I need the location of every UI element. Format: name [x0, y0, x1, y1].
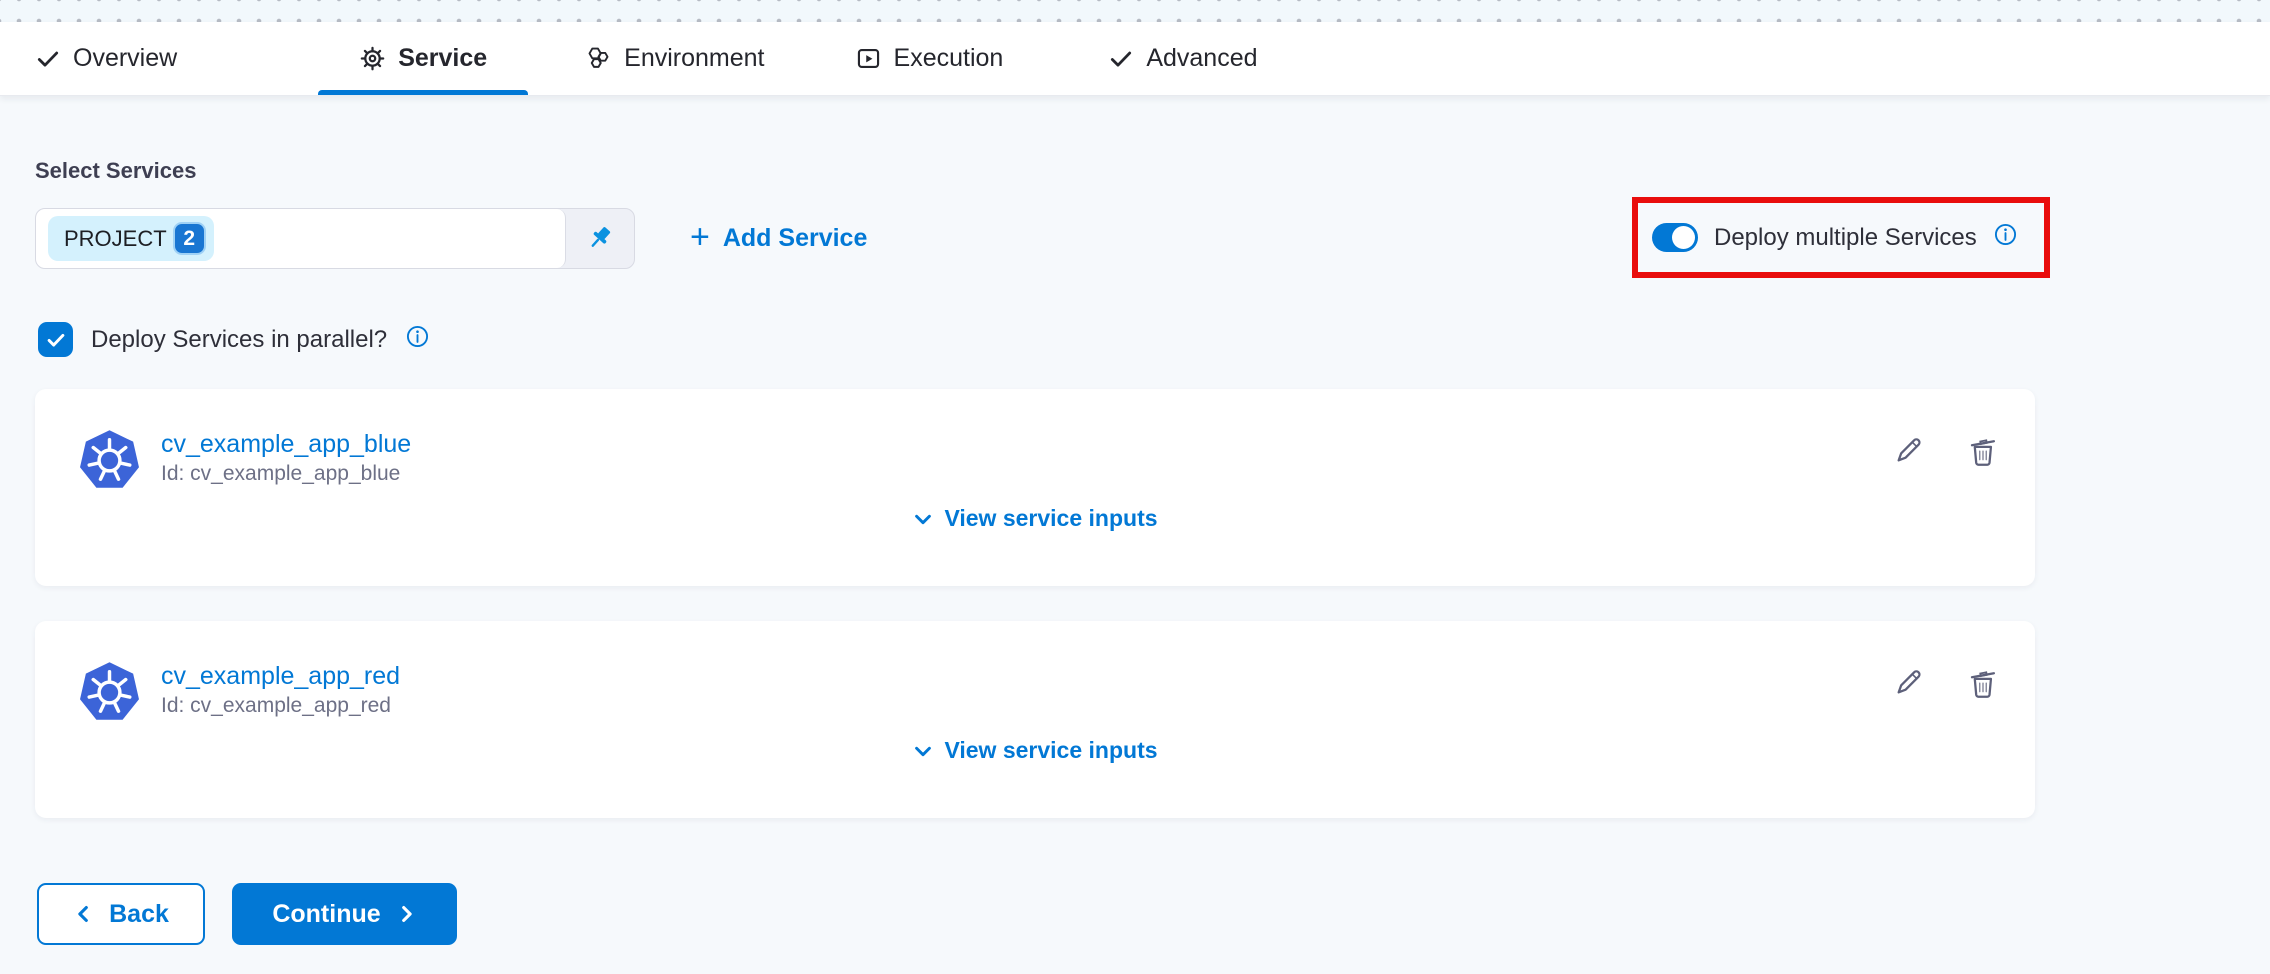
deploy-parallel-row: Deploy Services in parallel? — [38, 322, 430, 357]
check-icon — [1108, 46, 1134, 72]
check-icon — [35, 46, 61, 72]
continue-label: Continue — [272, 900, 380, 929]
back-label: Back — [109, 900, 169, 929]
tab-overview[interactable]: Overview — [0, 22, 222, 95]
service-name-link[interactable]: cv_example_app_red — [161, 661, 400, 691]
chevron-down-icon — [912, 740, 934, 762]
tab-advanced[interactable]: Advanced — [1063, 22, 1302, 95]
view-service-inputs-link[interactable]: View service inputs — [35, 737, 2035, 764]
tab-execution[interactable]: Execution — [810, 22, 1049, 95]
service-card-header: cv_example_app_red Id: cv_example_app_re… — [35, 621, 2035, 724]
deploy-multiple-services-label: Deploy multiple Services — [1714, 224, 1977, 252]
delete-icon[interactable] — [1966, 667, 2000, 701]
pipeline-canvas-strip — [0, 0, 2270, 22]
view-service-inputs-label: View service inputs — [944, 737, 1157, 764]
project-chip-label: PROJECT — [64, 226, 167, 252]
chevron-left-icon — [73, 903, 95, 925]
edit-icon[interactable] — [1892, 435, 1924, 469]
pin-icon — [584, 223, 616, 255]
service-card-header: cv_example_app_blue Id: cv_example_app_b… — [35, 389, 2035, 492]
view-service-inputs-link[interactable]: View service inputs — [35, 505, 2035, 532]
gear-icon — [359, 45, 386, 72]
tab-label: Execution — [894, 44, 1004, 73]
service-id: Id: cv_example_app_blue — [161, 462, 411, 486]
add-service-button[interactable]: + Add Service — [690, 208, 867, 269]
project-scope-chip[interactable]: PROJECT 2 — [48, 216, 214, 261]
red-annotation-box: Deploy multiple Services — [1632, 197, 2050, 278]
wizard-footer: Back Continue — [37, 883, 457, 945]
service-id: Id: cv_example_app_red — [161, 694, 400, 718]
back-button[interactable]: Back — [37, 883, 205, 945]
select-services-input[interactable]: PROJECT 2 — [36, 209, 566, 268]
service-name-link[interactable]: cv_example_app_blue — [161, 429, 411, 459]
chevron-down-icon — [912, 508, 934, 530]
service-tab-panel: Select Services PROJECT 2 + Add Servic — [0, 96, 2270, 974]
tab-label: Service — [398, 44, 487, 73]
view-service-inputs-label: View service inputs — [944, 505, 1157, 532]
play-box-icon — [855, 45, 882, 72]
deploy-multiple-services-toggle[interactable] — [1652, 223, 1698, 252]
tab-label: Environment — [624, 44, 764, 73]
project-chip-count-badge: 2 — [173, 222, 206, 255]
delete-icon[interactable] — [1966, 435, 2000, 469]
select-services-field: PROJECT 2 — [35, 208, 635, 269]
toggle-knob — [1672, 226, 1695, 249]
info-icon[interactable] — [1993, 222, 2018, 247]
deploy-parallel-checkbox[interactable] — [38, 322, 73, 357]
hexagons-icon — [585, 45, 612, 72]
kubernetes-icon — [78, 429, 141, 492]
select-services-label: Select Services — [35, 158, 196, 184]
service-card: cv_example_app_blue Id: cv_example_app_b… — [35, 389, 2035, 586]
tab-environment[interactable]: Environment — [540, 22, 809, 95]
add-service-label: Add Service — [723, 224, 868, 253]
tab-service[interactable]: Service — [314, 22, 532, 95]
pin-button[interactable] — [566, 209, 634, 268]
service-card: cv_example_app_red Id: cv_example_app_re… — [35, 621, 2035, 818]
kubernetes-icon — [78, 661, 141, 724]
chevron-right-icon — [395, 903, 417, 925]
tab-label: Advanced — [1146, 44, 1257, 73]
tab-label: Overview — [73, 44, 177, 73]
deploy-parallel-label: Deploy Services in parallel? — [91, 326, 387, 354]
stage-tabbar: Overview Service Environment Exe — [0, 22, 2270, 96]
plus-icon: + — [690, 220, 710, 254]
info-icon[interactable] — [405, 324, 430, 349]
continue-button[interactable]: Continue — [232, 883, 457, 945]
edit-icon[interactable] — [1892, 667, 1924, 701]
